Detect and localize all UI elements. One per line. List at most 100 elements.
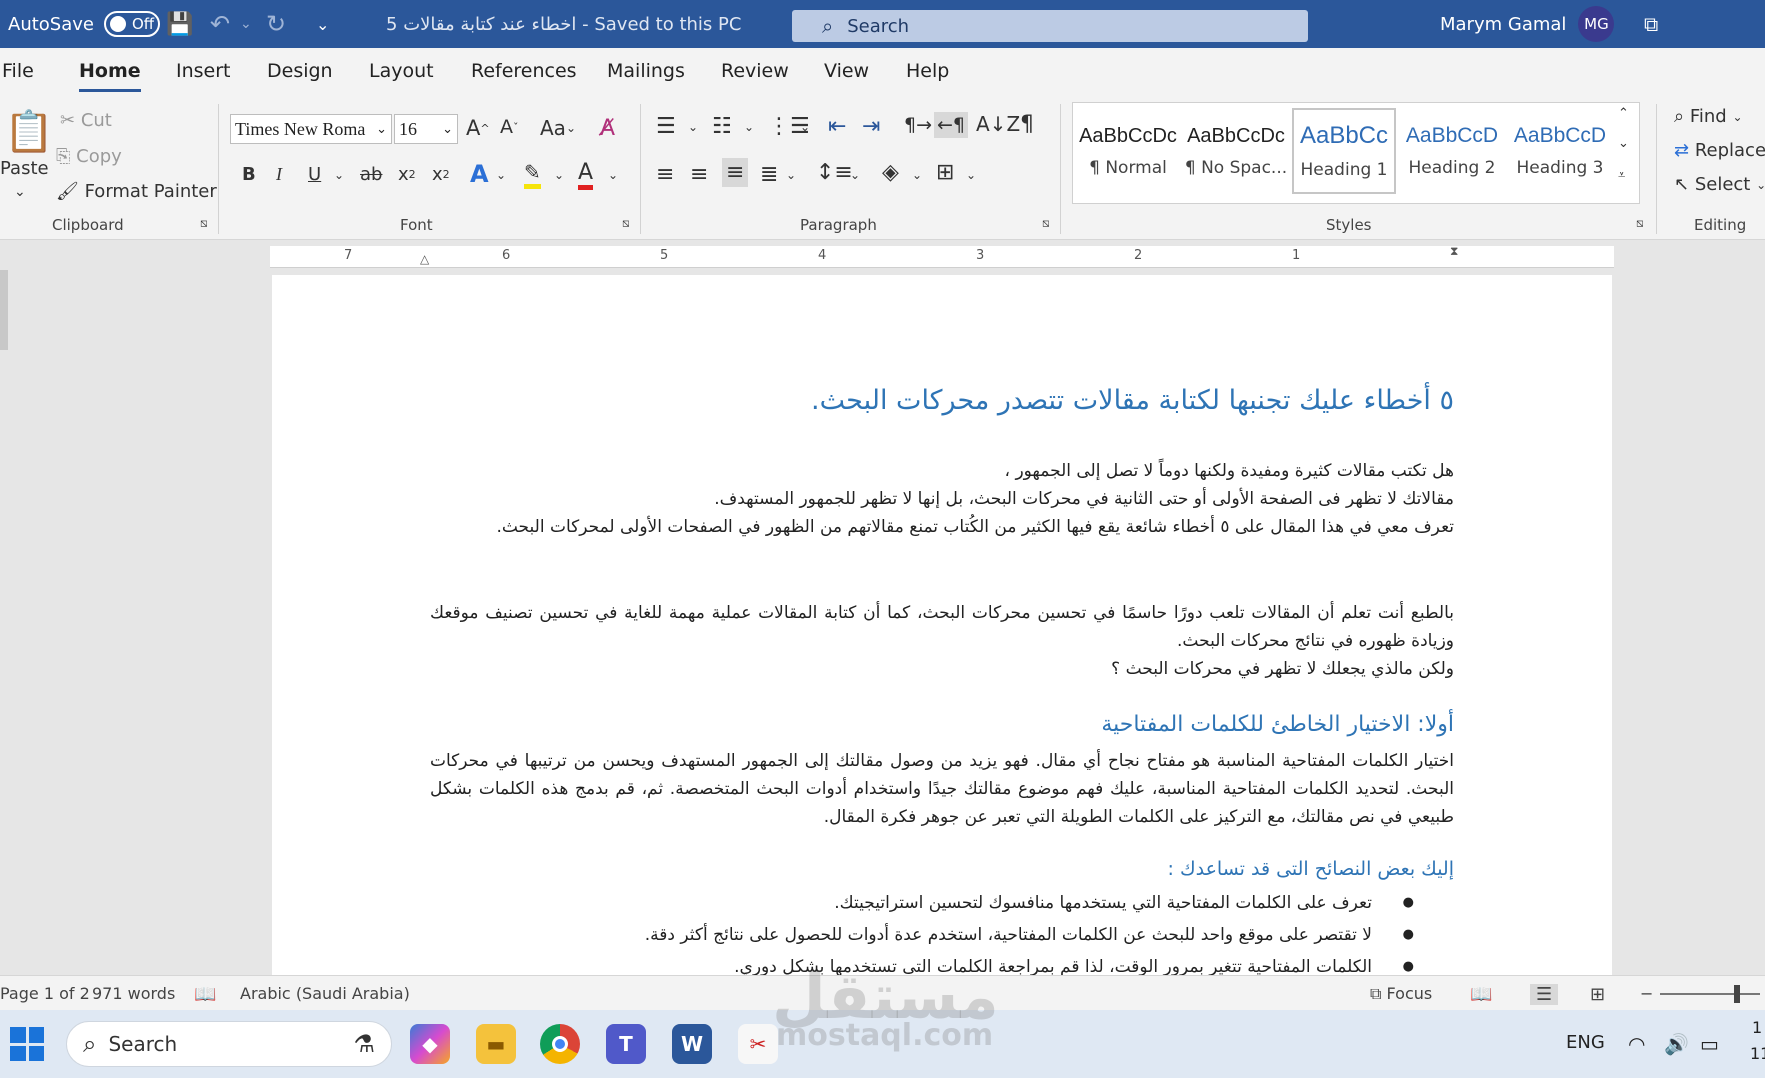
replace-button[interactable]: ⇄ Replace xyxy=(1674,140,1765,161)
text-effects-dropdown-icon[interactable]: ⌄ xyxy=(496,168,506,182)
borders-icon[interactable]: ⊞ xyxy=(936,160,954,185)
borders-dropdown-icon[interactable]: ⌄ xyxy=(966,168,976,182)
bold-icon[interactable]: B xyxy=(242,164,256,185)
focus-button[interactable]: ⧉ Focus xyxy=(1370,984,1432,1004)
proofing-icon[interactable]: 📖 xyxy=(194,984,216,1005)
align-center-icon[interactable]: ≡ xyxy=(690,162,708,187)
horizontal-ruler[interactable]: 7 6 5 4 3 2 1 △ ⧗ xyxy=(270,244,1614,268)
account[interactable]: Marym Gamal MG xyxy=(1440,0,1615,48)
battery-icon[interactable]: ▭ xyxy=(1700,1032,1719,1056)
copy-button[interactable]: ⎘ Copy xyxy=(56,146,122,167)
font-launcher-icon[interactable]: ⧅ xyxy=(622,216,630,231)
file-explorer-icon[interactable]: ▬ xyxy=(476,1024,516,1064)
document-page[interactable]: ٥ أخطاء عليك تجنبها لكتابة مقالات تتصدر … xyxy=(272,275,1612,975)
font-color-dropdown-icon[interactable]: ⌄ xyxy=(608,168,618,182)
chrome-icon[interactable] xyxy=(540,1024,580,1064)
tab-insert[interactable]: Insert xyxy=(176,60,231,82)
highlight-icon[interactable]: ✎ xyxy=(524,160,541,189)
tab-layout[interactable]: Layout xyxy=(369,60,434,82)
teams-icon[interactable]: T xyxy=(606,1024,646,1064)
clipboard-launcher-icon[interactable]: ⧅ xyxy=(200,216,208,231)
tab-home[interactable]: Home xyxy=(79,60,141,92)
styles-launcher-icon[interactable]: ⧅ xyxy=(1636,216,1644,231)
format-painter-button[interactable]: 🖌 Format Painter xyxy=(56,181,217,202)
word-icon[interactable]: W xyxy=(672,1024,712,1064)
start-icon[interactable] xyxy=(10,1027,44,1061)
left-indent-marker-icon[interactable]: △ xyxy=(420,252,429,266)
word-count[interactable]: 971 words xyxy=(92,984,175,1003)
shading-icon[interactable]: ◈ xyxy=(882,160,899,185)
tab-review[interactable]: Review xyxy=(721,60,789,82)
styles-scroll-down-icon[interactable]: ⌄ xyxy=(1618,136,1629,151)
styles-scroll-up-icon[interactable]: ⌃ xyxy=(1618,106,1629,121)
autosave-toggle[interactable]: Off xyxy=(103,11,160,37)
tab-design[interactable]: Design xyxy=(267,60,333,82)
search-box[interactable]: ⌕ Search xyxy=(792,10,1308,42)
zoom-slider-thumb[interactable] xyxy=(1734,985,1740,1003)
rtl-direction-icon[interactable]: ←¶ xyxy=(934,112,969,138)
subscript-icon[interactable]: x2 xyxy=(398,164,416,185)
avatar[interactable]: MG xyxy=(1578,6,1615,42)
customize-qat-icon[interactable]: ⌄ xyxy=(316,0,329,48)
justify-dropdown-icon[interactable]: ⌄ xyxy=(786,168,796,182)
numbering-dropdown-icon[interactable]: ⌄ xyxy=(744,120,754,134)
tab-references[interactable]: References xyxy=(471,60,577,82)
align-right-icon[interactable]: ≡ xyxy=(722,158,749,187)
right-indent-marker-icon[interactable]: ⧗ xyxy=(1450,244,1458,259)
style-heading-3[interactable]: AaBbCcD Heading 3 xyxy=(1508,108,1612,194)
wifi-icon[interactable]: ◠ xyxy=(1628,1032,1645,1056)
justify-icon[interactable]: ≣ xyxy=(760,162,778,187)
styles-more-icon[interactable]: ⩡ xyxy=(1618,168,1625,183)
shading-dropdown-icon[interactable]: ⌄ xyxy=(912,168,922,182)
print-layout-icon[interactable]: ☰ xyxy=(1530,984,1559,1005)
numbering-icon[interactable]: ☷ xyxy=(712,114,732,139)
increase-indent-icon[interactable]: ⇥ xyxy=(862,114,880,139)
zoom-slider[interactable] xyxy=(1660,993,1760,995)
page-count[interactable]: Page 1 of 2 xyxy=(0,984,90,1003)
volume-icon[interactable]: 🔊 xyxy=(1664,1032,1689,1056)
undo-dropdown-icon[interactable]: ⌄ xyxy=(240,0,252,48)
decrease-indent-icon[interactable]: ⇤ xyxy=(828,114,846,139)
language[interactable]: Arabic (Saudi Arabia) xyxy=(240,984,410,1003)
read-mode-icon[interactable]: 📖 xyxy=(1470,984,1492,1005)
clock-time[interactable]: 1 xyxy=(1752,1018,1762,1037)
style-heading-2[interactable]: AaBbCcD Heading 2 xyxy=(1400,108,1504,194)
select-button[interactable]: ↖ Select ⌄ xyxy=(1674,174,1765,195)
web-layout-icon[interactable]: ⊞ xyxy=(1590,984,1605,1005)
font-color-icon[interactable]: A xyxy=(578,160,594,190)
autosave[interactable]: AutoSave Off xyxy=(8,0,160,48)
redo-icon[interactable]: ↻ xyxy=(266,0,286,48)
ltr-direction-icon[interactable]: ¶→ xyxy=(904,114,932,136)
vertical-ruler[interactable] xyxy=(0,270,8,350)
input-language[interactable]: ENG xyxy=(1566,1032,1605,1053)
shrink-font-icon[interactable]: Aˇ xyxy=(500,116,519,138)
font-size-box[interactable]: 16 ⌄ xyxy=(394,114,458,144)
show-marks-icon[interactable]: ¶ xyxy=(1020,112,1034,137)
bullets-icon[interactable]: ☰ xyxy=(656,114,676,139)
paragraph-launcher-icon[interactable]: ⧅ xyxy=(1042,216,1050,231)
line-spacing-dropdown-icon[interactable]: ⌄ xyxy=(850,168,860,182)
text-effects-icon[interactable]: A xyxy=(470,160,489,188)
find-button[interactable]: ⌕ Find ⌄ xyxy=(1674,106,1743,127)
italic-icon[interactable]: I xyxy=(276,164,282,185)
save-icon[interactable]: 💾 xyxy=(166,0,193,48)
paste-dropdown-icon[interactable]: ⌄ xyxy=(14,184,26,200)
style-normal[interactable]: AaBbCcDc ¶ Normal xyxy=(1076,108,1180,194)
paste-button[interactable]: Paste xyxy=(0,158,49,179)
grow-font-icon[interactable]: A ^ xyxy=(466,116,490,140)
underline-icon[interactable]: U xyxy=(308,164,321,185)
tab-mailings[interactable]: Mailings xyxy=(607,60,685,82)
align-left-icon[interactable]: ≡ xyxy=(656,162,674,187)
underline-dropdown-icon[interactable]: ⌄ xyxy=(334,168,344,182)
multilevel-dropdown-icon[interactable]: ⌄ xyxy=(800,120,810,134)
highlight-dropdown-icon[interactable]: ⌄ xyxy=(554,168,564,182)
clock-date[interactable]: 11 xyxy=(1750,1044,1765,1063)
clear-formatting-icon[interactable]: A̸ xyxy=(600,116,615,141)
line-spacing-icon[interactable]: ↕≡ xyxy=(816,160,853,185)
style-no-spacing[interactable]: AaBbCcDc ¶ No Spac... xyxy=(1184,108,1288,194)
taskbar-search[interactable]: ⌕ Search ⚗ xyxy=(66,1021,392,1067)
paste-icon[interactable]: 📋 xyxy=(4,108,54,155)
tab-view[interactable]: View xyxy=(824,60,869,82)
undo-icon[interactable]: ↶ xyxy=(210,0,230,48)
copilot-icon[interactable]: ◆ xyxy=(410,1024,450,1064)
